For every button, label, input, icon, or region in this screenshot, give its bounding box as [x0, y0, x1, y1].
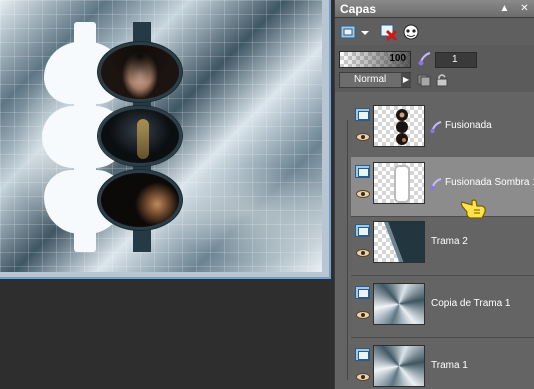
brush-value-field[interactable]: 1: [435, 52, 477, 68]
close-button[interactable]: ✕: [518, 2, 531, 15]
jewel-oval-2: [98, 106, 182, 166]
mask-icon[interactable]: [401, 22, 421, 42]
new-layer-dropdown-icon[interactable]: [359, 22, 371, 42]
panel-title: Capas: [340, 2, 377, 16]
layer-row[interactable]: Fusionada Sombra 1: [351, 157, 534, 217]
layer-type-icon: [355, 108, 370, 121]
layer-name: Fusionada Sombra 1: [445, 177, 534, 188]
opacity-value: 100: [389, 53, 406, 64]
layers-list: Fusionada Fusionada Sombra 1 Trama 2 Copia …: [335, 92, 534, 389]
portrait-oval-3: [98, 170, 182, 230]
layer-row[interactable]: Trama 1: [351, 340, 534, 389]
layer-thumbnail: [373, 283, 425, 325]
layer-type-icon: [355, 165, 370, 178]
opacity-row: 100 1: [335, 49, 534, 69]
document-canvas[interactable]: [0, 0, 322, 272]
delete-layer-icon[interactable]: [379, 22, 399, 42]
layer-name: Copia de Trama 1: [431, 298, 511, 309]
layer-type-icon: [355, 224, 370, 237]
layer-group-icon[interactable]: [417, 73, 431, 87]
layer-thumbnail: [373, 105, 425, 147]
layer-type-icon: [355, 348, 370, 361]
brush-icon[interactable]: [417, 51, 433, 67]
brush-icon[interactable]: [429, 120, 443, 134]
app-root: Capas ▲ ✕ 100 1 Normal ▶ Fusionada Fusio…: [0, 0, 534, 389]
brush-icon[interactable]: [429, 177, 443, 191]
layer-row[interactable]: Copia de Trama 1: [351, 278, 534, 338]
pointer-hand-icon: [458, 192, 490, 224]
eye-icon[interactable]: [356, 133, 370, 141]
layer-name: Trama 1: [431, 360, 468, 371]
eye-icon[interactable]: [356, 373, 370, 381]
panel-titlebar[interactable]: Capas ▲ ✕: [335, 0, 534, 18]
tree-line: [347, 120, 348, 380]
canvas-area[interactable]: [0, 0, 334, 389]
new-layer-icon[interactable]: [339, 22, 359, 42]
blend-arrow-icon[interactable]: ▶: [401, 73, 411, 87]
layer-thumbnail: [373, 221, 425, 263]
eye-icon[interactable]: [356, 190, 370, 198]
eye-icon[interactable]: [356, 249, 370, 257]
portrait-oval-1: [98, 42, 182, 102]
layer-name: Fusionada: [445, 120, 492, 131]
layer-thumbnail: [373, 345, 425, 387]
opacity-slider[interactable]: 100: [339, 51, 411, 68]
pin-button[interactable]: ▲: [498, 2, 511, 15]
layers-panel: Capas ▲ ✕ 100 1 Normal ▶ Fusionada Fusio…: [334, 0, 534, 389]
layer-thumbnail: [373, 162, 425, 204]
layer-row[interactable]: Fusionada: [351, 100, 534, 160]
blend-row: Normal ▶: [335, 71, 534, 89]
layer-name: Trama 2: [431, 236, 468, 247]
layer-type-icon: [355, 286, 370, 299]
layer-row[interactable]: Trama 2: [351, 216, 534, 276]
eye-icon[interactable]: [356, 311, 370, 319]
lock-icon[interactable]: [435, 73, 449, 87]
layers-toolbar: [335, 19, 534, 45]
canvas-frame: [0, 0, 331, 279]
